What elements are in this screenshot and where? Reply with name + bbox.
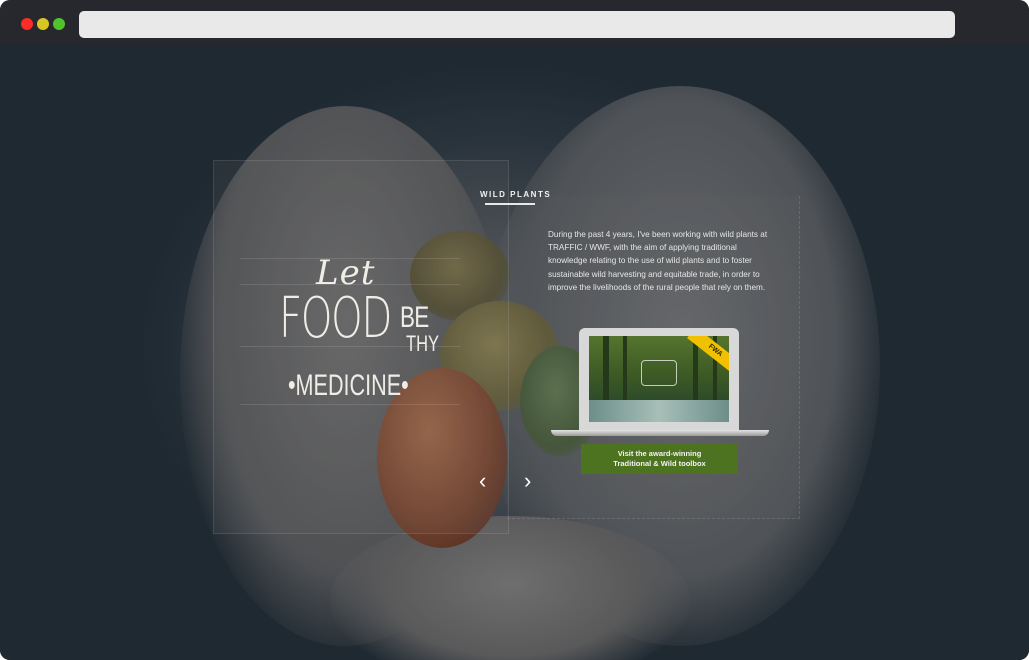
minimize-window-button[interactable]	[37, 18, 49, 30]
visit-toolbox-button[interactable]: Visit the award-winning Traditional & Wi…	[581, 444, 738, 474]
laptop-image: FWA	[551, 328, 769, 440]
hero-section: Let FOOD BE THY •MEDICINE• WILD PLANTS D…	[0, 46, 1029, 660]
chevron-left-icon[interactable]: ‹	[479, 470, 486, 492]
cta-line-1: Visit the award-winning	[617, 449, 702, 458]
toolbox-screenshot: FWA	[589, 336, 729, 422]
section-label: WILD PLANTS	[480, 190, 552, 199]
logo-line-be: BE	[400, 301, 429, 334]
laptop-base	[551, 430, 769, 436]
browser-chrome	[0, 0, 1029, 46]
logo-line-thy: THY	[406, 331, 439, 356]
stream	[589, 400, 729, 422]
let-food-be-thy-medicine-logo: Let FOOD BE THY •MEDICINE•	[248, 251, 478, 411]
logo-line-medicine: •MEDICINE•	[288, 369, 409, 402]
section-underline	[485, 203, 535, 205]
logo-line-food: FOOD	[279, 286, 392, 351]
maximize-window-button[interactable]	[53, 18, 65, 30]
laptop-screen-frame: FWA	[579, 328, 739, 430]
address-bar[interactable]	[79, 11, 955, 38]
chevron-right-icon[interactable]: ›	[524, 470, 531, 492]
intro-paragraph: During the past 4 years, I've been worki…	[548, 230, 768, 292]
close-window-button[interactable]	[21, 18, 33, 30]
cta-line-2: Traditional & Wild toolbox	[613, 459, 706, 468]
browser-window: Let FOOD BE THY •MEDICINE• WILD PLANTS D…	[0, 0, 1029, 660]
toolbox-logo	[641, 360, 677, 386]
